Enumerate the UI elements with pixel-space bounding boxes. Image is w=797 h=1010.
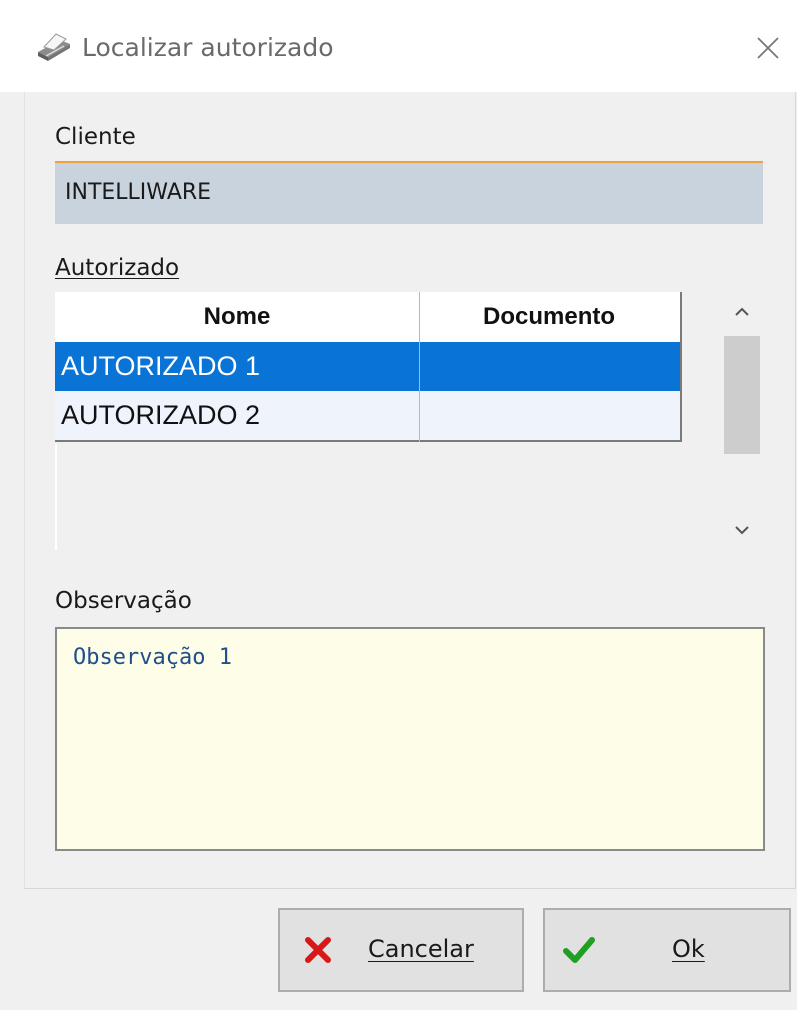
ok-button[interactable]: Ok [543, 908, 791, 992]
scroll-down-button[interactable] [722, 510, 762, 550]
cancel-button[interactable]: Cancelar [278, 908, 524, 992]
observacao-field[interactable]: Observação 1 [55, 627, 765, 851]
cell-nome: AUTORIZADO 1 [61, 351, 261, 381]
autorizado-label: Autorizado [55, 255, 180, 281]
cell-documento [427, 391, 677, 440]
cell-documento [427, 342, 677, 391]
autorizado-grid[interactable]: Nome Documento AUTORIZADO 1 AUTORIZADO 2 [55, 292, 682, 550]
title-bar: Localizar autorizado [0, 0, 797, 92]
column-divider [419, 292, 420, 442]
scroll-thumb[interactable] [724, 336, 760, 454]
chevron-up-icon [735, 307, 749, 316]
table-row[interactable]: AUTORIZADO 2 [55, 391, 682, 442]
green-check-icon [563, 937, 595, 963]
close-icon [757, 37, 779, 59]
cliente-value: INTELLIWARE [65, 180, 212, 205]
table-row[interactable]: AUTORIZADO 1 [55, 342, 682, 391]
window-title: Localizar autorizado [82, 33, 334, 62]
cliente-label: Cliente [55, 124, 136, 150]
printer-icon [38, 33, 70, 61]
scroll-up-button[interactable] [722, 292, 762, 332]
red-x-icon [305, 937, 331, 963]
cliente-field: INTELLIWARE [55, 161, 763, 224]
grid-empty-area [55, 444, 57, 550]
chevron-down-icon [735, 526, 749, 535]
dialog-body: Cliente INTELLIWARE Autorizado Nome Docu… [0, 92, 797, 1010]
close-button[interactable] [748, 28, 788, 68]
grid-scrollbar[interactable] [722, 292, 762, 550]
column-header-nome[interactable]: Nome [55, 292, 419, 342]
cell-nome: AUTORIZADO 2 [61, 400, 261, 430]
ok-button-label: Ok [672, 935, 705, 963]
main-panel: Cliente INTELLIWARE Autorizado Nome Docu… [24, 92, 796, 889]
observacao-value: Observação 1 [73, 645, 232, 670]
cancel-button-label: Cancelar [368, 935, 474, 963]
observacao-label: Observação [55, 588, 192, 614]
column-header-documento[interactable]: Documento [420, 292, 678, 342]
grid-header: Nome Documento [55, 292, 682, 342]
